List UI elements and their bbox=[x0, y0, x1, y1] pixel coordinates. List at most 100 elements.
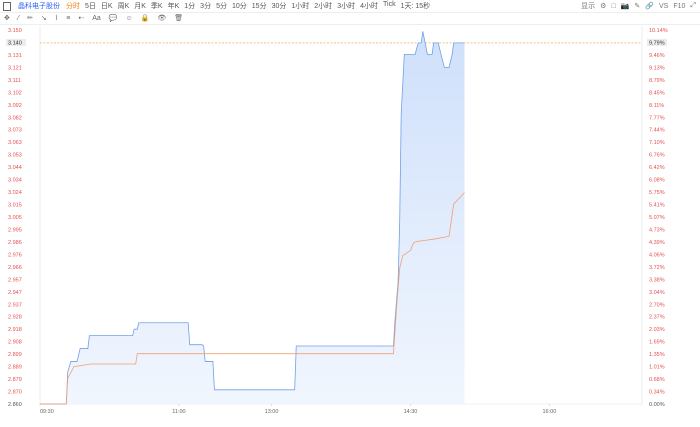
interval-tab[interactable]: 5日 bbox=[85, 1, 96, 11]
price-chart: 3.150 3.140 3.131 3.121 3.111 3.102 3.092 3.082… bbox=[6, 26, 668, 415]
drawing-tool-icon[interactable]: 💬 bbox=[109, 14, 118, 22]
y-tick-label-right: 1.69% bbox=[649, 340, 665, 346]
y-tick-label-left: 2.879 bbox=[8, 377, 22, 383]
interval-tab[interactable]: 1小时 bbox=[291, 1, 309, 11]
drawing-tool-icon[interactable]: ⇠ bbox=[78, 14, 84, 22]
interval-tab[interactable]: 4小时 bbox=[360, 1, 378, 11]
bottom-bar bbox=[0, 418, 700, 427]
y-tick-label-left: 2.986 bbox=[8, 240, 22, 246]
top-right-control[interactable]: ⚙ bbox=[600, 2, 606, 10]
interval-tab[interactable]: 5分 bbox=[216, 1, 227, 11]
interval-tab[interactable]: 日K bbox=[101, 1, 113, 11]
top-right-control[interactable]: ⤢ bbox=[690, 2, 696, 10]
y-tick-label-right: 1.35% bbox=[649, 352, 665, 358]
drawing-tool-icon[interactable]: ✥ bbox=[4, 14, 10, 22]
drawing-tool-icon[interactable]: ↘ bbox=[41, 14, 47, 22]
y-tick-label-right: 9.46% bbox=[649, 53, 665, 59]
drawing-tool-icon[interactable]: ☺ bbox=[125, 15, 132, 22]
top-right-control[interactable]: 🔗 bbox=[645, 2, 654, 10]
drawing-tool-icon[interactable]: 🗑 bbox=[174, 14, 183, 22]
interval-tab[interactable]: 月K bbox=[134, 1, 146, 11]
interval-tab[interactable]: 分时 bbox=[66, 1, 80, 11]
y-tick-label-right: 6.08% bbox=[649, 178, 665, 184]
x-tick-label: 16:00 bbox=[543, 409, 557, 415]
y-tick-label-right: 4.06% bbox=[649, 252, 665, 258]
stock-name[interactable]: 晶科电子股份 bbox=[18, 1, 60, 11]
interval-tab[interactable]: 周K bbox=[118, 1, 130, 11]
y-tick-label-right: 2.37% bbox=[649, 315, 665, 321]
y-tick-label-right: 3.72% bbox=[649, 265, 665, 271]
y-tick-label-right: 4.39% bbox=[649, 240, 665, 246]
y-tick-label-left: 3.150 bbox=[8, 28, 22, 34]
y-tick-label-left: 3.034 bbox=[8, 178, 22, 184]
y-tick-label-right: 8.11% bbox=[649, 103, 664, 109]
drawing-tool-icon[interactable]: ⁄ bbox=[18, 15, 19, 22]
y-tick-label-right: 8.45% bbox=[649, 90, 665, 96]
y-tick-label-right: 7.10% bbox=[649, 140, 665, 146]
interval-tab[interactable]: 30分 bbox=[272, 1, 287, 11]
y-tick-label-left: 2.995 bbox=[8, 227, 22, 233]
y-tick-label-left: 3.111 bbox=[8, 78, 21, 84]
y-tick-label-right: 7.77% bbox=[649, 115, 665, 121]
y-tick-label-right: 8.79% bbox=[649, 78, 665, 84]
y-tick-label-left: 3.005 bbox=[8, 215, 22, 221]
interval-tab[interactable]: 1分 bbox=[184, 1, 195, 11]
y-tick-label-right: 3.04% bbox=[649, 290, 665, 296]
panel-toggle-icon[interactable] bbox=[3, 1, 11, 11]
x-tick-label: 09:30 bbox=[40, 409, 54, 415]
y-tick-label-left: 2.937 bbox=[8, 302, 22, 308]
y-tick-label-right: 4.73% bbox=[649, 227, 665, 233]
y-tick-label-right: 0.00% bbox=[649, 402, 665, 408]
interval-tab[interactable]: 15分 bbox=[252, 1, 267, 11]
x-tick-label: 11:00 bbox=[172, 409, 185, 415]
y-tick-label-left: 3.063 bbox=[8, 140, 22, 146]
top-right-control[interactable]: ✎ bbox=[634, 2, 640, 10]
interval-tab[interactable]: 2小时 bbox=[314, 1, 332, 11]
y-tick-label-right: 2.03% bbox=[649, 327, 665, 333]
drawing-tool-icon[interactable]: Aa bbox=[92, 15, 101, 22]
drawing-tool-icon[interactable]: 🔒 bbox=[141, 14, 150, 22]
y-tick-label-left: 2.918 bbox=[8, 327, 22, 333]
drawing-tool-icon[interactable]: 👁 bbox=[157, 14, 166, 22]
y-tick-label-left: 3.102 bbox=[8, 90, 22, 96]
y-tick-label-right: 7.44% bbox=[649, 128, 665, 134]
interval-tab[interactable]: 年K bbox=[168, 1, 180, 11]
y-tick-label-left: 2.860 bbox=[8, 402, 22, 408]
top-right-control[interactable]: 显示 bbox=[581, 1, 595, 11]
y-tick-label-left: 3.015 bbox=[8, 203, 22, 209]
y-tick-label-right: 5.75% bbox=[649, 190, 665, 196]
interval-tabs: 分时 5日 日K 周K 月K 季K 年K 1分 3分 5分 10分 15分 30分 1小时 2小时 3小时 4小… bbox=[66, 1, 435, 11]
interval-tab[interactable]: 1天: 15秒 bbox=[401, 1, 431, 11]
x-tick-label: 13:00 bbox=[265, 409, 279, 415]
drawing-tool-icon[interactable]: ✏ bbox=[27, 14, 33, 22]
top-right-control[interactable]: □ bbox=[611, 3, 615, 10]
y-tick-label-left: 3.140 bbox=[8, 40, 22, 46]
price-area bbox=[40, 31, 465, 405]
top-right-control[interactable]: VS bbox=[659, 3, 668, 10]
x-tick-label: 14:30 bbox=[404, 409, 418, 415]
y-tick-label-right: 2.70% bbox=[649, 302, 665, 308]
y-tick-label-left: 3.024 bbox=[8, 190, 22, 196]
y-tick-label-right: 3.38% bbox=[649, 277, 665, 283]
y-tick-label-left: 2.976 bbox=[8, 252, 22, 258]
top-right-control[interactable]: 📷 bbox=[621, 2, 630, 10]
y-tick-label-left: 3.053 bbox=[8, 153, 22, 159]
y-tick-label-right: 0.68% bbox=[649, 377, 665, 383]
y-tick-label-right: 6.76% bbox=[649, 153, 665, 159]
top-right-control[interactable]: F10 bbox=[673, 3, 685, 10]
y-tick-label-right: 10.14% bbox=[649, 28, 668, 34]
y-tick-label-right: 5.41% bbox=[649, 203, 665, 209]
interval-tab[interactable]: 10分 bbox=[232, 1, 247, 11]
interval-tab[interactable]: 3小时 bbox=[337, 1, 355, 11]
y-tick-label-left: 3.121 bbox=[8, 65, 22, 71]
y-tick-label-right: 5.07% bbox=[649, 215, 665, 221]
interval-tab[interactable]: Tick bbox=[383, 1, 396, 11]
y-tick-label-left: 2.966 bbox=[8, 265, 22, 271]
y-tick-label-left: 2.908 bbox=[8, 340, 22, 346]
interval-tab[interactable]: 3分 bbox=[200, 1, 211, 11]
y-tick-label-left: 2.957 bbox=[8, 277, 22, 283]
drawing-tool-icon[interactable]: ⌇ bbox=[55, 14, 58, 22]
interval-tab[interactable]: 季K bbox=[151, 1, 163, 11]
drawing-tool-icon[interactable]: ≡ bbox=[66, 15, 70, 22]
y-tick-label-left: 3.073 bbox=[8, 128, 22, 134]
